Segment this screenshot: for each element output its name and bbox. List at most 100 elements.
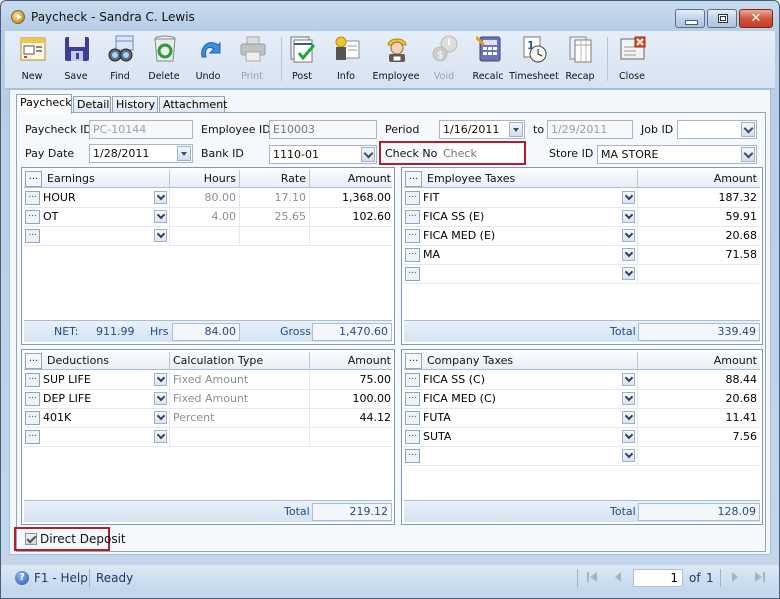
pay-date-field[interactable]: 1/28/2011 <box>89 144 193 163</box>
save-button[interactable]: Save <box>55 33 97 87</box>
row-ellipsis-button[interactable]: ... <box>25 191 40 205</box>
void-button[interactable]: $ Void <box>423 33 465 87</box>
earning-code-cell[interactable]: HOUR <box>40 189 170 208</box>
table-row[interactable]: ... FICA SS (E) 59.91 <box>404 208 760 227</box>
calculation-type-cell[interactable]: Fixed Amount <box>170 390 310 409</box>
ellipsis-button[interactable]: ... <box>25 171 42 187</box>
chevron-down-icon[interactable] <box>622 210 635 223</box>
table-row[interactable]: ... FICA MED (C) 20.68 <box>404 390 760 409</box>
amount-column-header[interactable]: Amount <box>638 170 760 188</box>
tax-code-cell[interactable]: FICA SS (E) <box>420 208 638 227</box>
amount-cell[interactable]: 7.56 <box>638 428 760 447</box>
period-from-field[interactable]: 1/16/2011 <box>439 120 525 139</box>
chevron-down-icon[interactable] <box>622 392 635 405</box>
tax-code-cell[interactable]: FICA SS (C) <box>420 371 638 390</box>
table-row[interactable]: ... <box>24 227 392 246</box>
undo-button[interactable]: Undo <box>187 33 229 87</box>
first-page-icon[interactable] <box>585 570 599 584</box>
rate-cell[interactable]: 17.10 <box>240 189 310 208</box>
bank-id-select[interactable]: 1110-01 <box>269 145 377 164</box>
amount-cell[interactable]: 20.68 <box>638 227 760 246</box>
deduction-code-cell[interactable]: DEP LIFE <box>40 390 170 409</box>
row-ellipsis-button[interactable]: ... <box>25 373 40 387</box>
row-ellipsis-button[interactable]: ... <box>405 267 420 281</box>
table-row[interactable]: ... FIT 187.32 <box>404 189 760 208</box>
tab-paycheck[interactable]: Paycheck <box>16 94 72 114</box>
next-page-icon[interactable] <box>728 570 742 584</box>
post-button[interactable]: Post <box>281 33 323 87</box>
tax-code-cell[interactable]: FICA MED (E) <box>420 227 638 246</box>
amount-cell[interactable]: 88.44 <box>638 371 760 390</box>
earning-code-cell[interactable]: OT <box>40 208 170 227</box>
amount-column-header[interactable]: Amount <box>638 352 760 370</box>
rate-column-header[interactable]: Rate <box>240 170 310 188</box>
rate-cell[interactable] <box>240 227 310 246</box>
title-bar[interactable]: Paycheck - Sandra C. Lewis ✕ <box>1 1 779 31</box>
timesheet-button[interactable]: 1 Timesheet <box>509 33 559 87</box>
amount-cell[interactable]: 44.12 <box>310 409 394 428</box>
amount-cell[interactable] <box>310 227 394 246</box>
last-page-icon[interactable] <box>753 570 767 584</box>
chevron-down-icon[interactable] <box>154 411 167 424</box>
chevron-down-icon[interactable] <box>154 210 167 223</box>
amount-cell[interactable]: 75.00 <box>310 371 394 390</box>
deduction-code-cell[interactable]: SUP LIFE <box>40 371 170 390</box>
calculation-type-column-header[interactable]: Calculation Type <box>170 352 310 370</box>
amount-cell[interactable]: 20.68 <box>638 390 760 409</box>
row-ellipsis-button[interactable]: ... <box>405 411 420 425</box>
info-button[interactable]: Info <box>325 33 367 87</box>
chevron-down-icon[interactable] <box>154 430 167 443</box>
amount-cell[interactable]: 11.41 <box>638 409 760 428</box>
chevron-down-icon[interactable] <box>154 229 167 242</box>
calendar-dropdown-icon[interactable] <box>177 146 191 161</box>
rate-cell[interactable]: 25.65 <box>240 208 310 227</box>
chevron-down-icon[interactable] <box>622 248 635 261</box>
chevron-down-icon[interactable] <box>154 392 167 405</box>
ellipsis-button[interactable]: ... <box>405 353 422 369</box>
amount-cell[interactable] <box>310 428 394 447</box>
previous-page-icon[interactable] <box>611 570 625 584</box>
ellipsis-button[interactable]: ... <box>25 353 42 369</box>
amount-cell[interactable]: 102.60 <box>310 208 394 227</box>
recap-button[interactable]: Recap <box>559 33 601 87</box>
hours-cell[interactable] <box>170 227 240 246</box>
chevron-down-icon[interactable] <box>154 373 167 386</box>
chevron-down-icon[interactable] <box>741 122 755 137</box>
amount-cell[interactable]: 71.58 <box>638 246 760 265</box>
store-id-select[interactable]: MA STORE <box>597 145 757 164</box>
table-row[interactable]: ... SUP LIFE Fixed Amount 75.00 <box>24 371 392 390</box>
calculation-type-cell[interactable] <box>170 428 310 447</box>
amount-cell[interactable]: 187.32 <box>638 189 760 208</box>
help-icon[interactable]: ? <box>15 571 29 585</box>
recalc-button[interactable]: Recalc <box>467 33 509 87</box>
deduction-code-cell[interactable] <box>40 428 170 447</box>
table-row[interactable]: ... OT 4.00 25.65 102.60 <box>24 208 392 227</box>
deduction-code-cell[interactable]: 401K <box>40 409 170 428</box>
direct-deposit-checkbox[interactable] <box>25 533 37 545</box>
amount-cell[interactable] <box>638 447 760 466</box>
tab-attachment[interactable]: Attachment <box>159 96 228 113</box>
tax-code-cell[interactable]: MA <box>420 246 638 265</box>
chevron-down-icon[interactable] <box>622 229 635 242</box>
table-row[interactable]: ... FICA MED (E) 20.68 <box>404 227 760 246</box>
employee-button[interactable]: Employee <box>372 33 420 87</box>
table-row[interactable]: ... HOUR 80.00 17.10 1,368.00 <box>24 189 392 208</box>
row-ellipsis-button[interactable]: ... <box>405 248 420 262</box>
chevron-down-icon[interactable] <box>622 373 635 386</box>
check-no-input[interactable] <box>439 144 523 163</box>
company-taxes-column-header[interactable]: ... Company Taxes <box>404 352 638 370</box>
tax-code-cell[interactable] <box>420 447 638 466</box>
chevron-down-icon[interactable] <box>154 191 167 204</box>
close-button[interactable]: Close <box>611 33 653 87</box>
delete-button[interactable]: Delete <box>143 33 185 87</box>
employee-taxes-column-header[interactable]: ... Employee Taxes <box>404 170 638 188</box>
tax-code-cell[interactable]: FICA MED (C) <box>420 390 638 409</box>
hours-cell[interactable]: 80.00 <box>170 189 240 208</box>
tax-code-cell[interactable]: FUTA <box>420 409 638 428</box>
ellipsis-button[interactable]: ... <box>405 171 422 187</box>
minimize-button[interactable] <box>675 9 705 28</box>
table-row[interactable]: ... MA 71.58 <box>404 246 760 265</box>
row-ellipsis-button[interactable]: ... <box>25 210 40 224</box>
table-row[interactable]: ... 401K Percent 44.12 <box>24 409 392 428</box>
amount-cell[interactable]: 59.91 <box>638 208 760 227</box>
